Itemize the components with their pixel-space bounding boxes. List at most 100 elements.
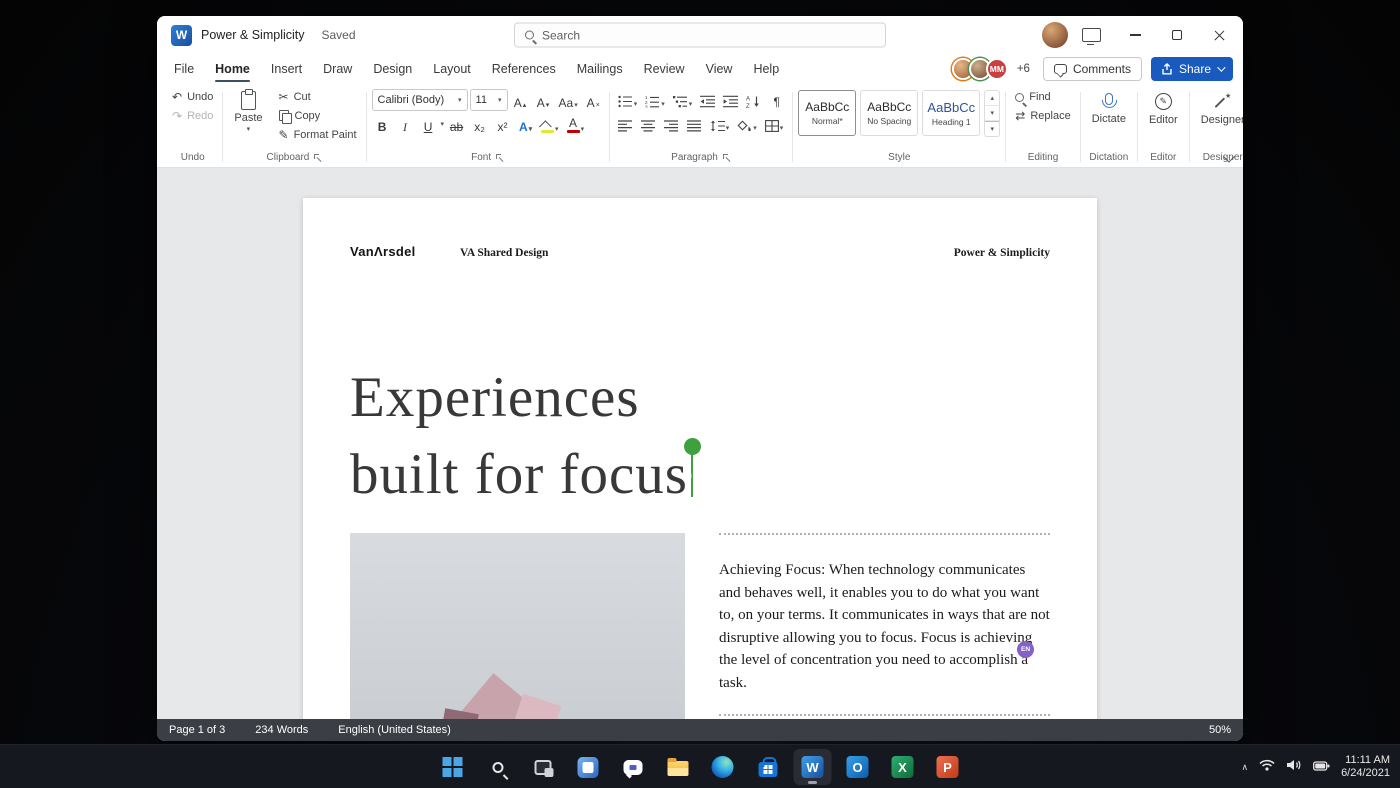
task-view-button[interactable] — [524, 749, 562, 785]
collaborator-overflow-count[interactable]: +6 — [1017, 63, 1030, 75]
tab-insert[interactable]: Insert — [270, 55, 303, 83]
document-heading[interactable]: Experiences built for focusMK — [350, 359, 1050, 513]
heading-line-2[interactable]: built for focusMK — [350, 436, 1050, 513]
document-page[interactable]: VanΛrsdel VA Shared Design Power & Simpl… — [303, 198, 1097, 719]
grow-font-button[interactable]: A ▴ — [510, 90, 531, 111]
underline-button[interactable]: U — [418, 114, 439, 135]
tab-home[interactable]: Home — [214, 55, 251, 83]
increase-indent-button[interactable] — [720, 89, 741, 110]
strikethrough-button[interactable]: ab — [446, 114, 467, 135]
tab-view[interactable]: View — [705, 55, 734, 83]
account-avatar[interactable] — [1042, 22, 1068, 48]
tab-file[interactable]: File — [173, 55, 195, 83]
tab-mailings[interactable]: Mailings — [576, 55, 624, 83]
comments-button[interactable]: Comments — [1042, 57, 1142, 81]
style-gallery-up[interactable]: ▴ — [985, 91, 1000, 106]
italic-button[interactable]: I — [395, 114, 416, 135]
taskbar-clock[interactable]: 11:11 AM 6/24/2021 — [1341, 754, 1390, 781]
document-title[interactable]: Power & Simplicity — [201, 28, 305, 42]
justify-button[interactable] — [684, 113, 705, 134]
paste-button[interactable]: Paste ▾ — [228, 89, 268, 143]
dictate-button[interactable]: Dictate — [1086, 89, 1132, 125]
cut-button[interactable]: ✂ Cut — [275, 89, 361, 105]
paste-dropdown-icon[interactable]: ▾ — [247, 126, 251, 133]
collaborator-avatar-mm[interactable]: MM — [985, 58, 1008, 80]
style-no-spacing[interactable]: AaBbCc No Spacing — [860, 90, 919, 136]
paragraph-dialog-launcher[interactable] — [722, 153, 731, 162]
redo-button[interactable]: ↷ Redo — [168, 108, 217, 124]
language-indicator[interactable]: English (United States) — [338, 724, 451, 736]
body-paragraph[interactable]: Achieving Focus: When technology communi… — [719, 559, 1050, 694]
editor-button[interactable]: ✎ Editor — [1143, 89, 1184, 126]
word-taskbar-button[interactable]: W — [793, 749, 832, 785]
designer-button[interactable]: ★ Designer — [1195, 89, 1243, 126]
copy-button[interactable]: Copy — [275, 108, 361, 124]
tab-draw[interactable]: Draw — [322, 55, 353, 83]
decrease-indent-button[interactable] — [697, 89, 718, 110]
outlook-taskbar-button[interactable]: O — [839, 749, 877, 785]
style-normal[interactable]: AaBbCc Normal* — [798, 90, 857, 136]
battery-icon[interactable] — [1313, 758, 1330, 776]
bold-button[interactable]: B — [372, 114, 393, 135]
superscript-button[interactable]: x² — [492, 114, 513, 135]
heading-line-1[interactable]: Experiences — [350, 359, 1050, 436]
change-case-button[interactable]: Aa ▾ — [556, 90, 581, 111]
shrink-font-button[interactable]: A ▾ — [533, 90, 554, 111]
close-button[interactable] — [1201, 20, 1237, 50]
align-center-button[interactable] — [638, 113, 659, 134]
style-gallery-more[interactable]: ▾ — [985, 121, 1000, 136]
excel-taskbar-button[interactable]: X — [884, 749, 922, 785]
font-family-combo[interactable]: Calibri (Body) ▾ — [371, 89, 468, 111]
shading-button[interactable]: ▾ — [734, 113, 760, 134]
format-painter-button[interactable]: ✎ Format Paint — [275, 127, 361, 143]
tab-help[interactable]: Help — [752, 55, 780, 83]
align-left-button[interactable] — [615, 113, 636, 134]
clipboard-dialog-launcher[interactable] — [314, 153, 322, 162]
file-explorer-button[interactable] — [659, 749, 697, 785]
bullets-button[interactable]: ▾ — [615, 89, 641, 110]
clear-formatting-button[interactable]: A × — [583, 90, 604, 111]
document-image[interactable] — [350, 533, 685, 719]
volume-icon[interactable] — [1286, 758, 1302, 776]
undo-button[interactable]: ↶ Undo — [168, 89, 217, 105]
text-effects-button[interactable]: A ▾ — [515, 114, 536, 135]
align-right-button[interactable] — [661, 113, 682, 134]
chat-button[interactable] — [614, 749, 652, 785]
subscript-button[interactable]: x₂ — [469, 114, 490, 135]
borders-button[interactable]: ▾ — [762, 113, 787, 134]
word-count[interactable]: 234 Words — [255, 724, 308, 736]
find-button[interactable]: Find — [1011, 89, 1074, 105]
page-indicator[interactable]: Page 1 of 3 — [169, 724, 225, 736]
font-color-button[interactable]: A ▾ — [564, 114, 588, 135]
document-header[interactable]: VanΛrsdel VA Shared Design Power & Simpl… — [350, 244, 1050, 259]
sort-button[interactable]: AZ — [743, 89, 764, 110]
highlight-color-button[interactable]: ▾ — [538, 114, 562, 135]
widgets-button[interactable] — [569, 749, 607, 785]
search-box[interactable]: Search — [514, 22, 886, 48]
taskbar-search-button[interactable] — [479, 749, 517, 785]
replace-button[interactable]: ⇄ Replace — [1011, 108, 1074, 124]
tab-layout[interactable]: Layout — [432, 55, 472, 83]
minimize-button[interactable] — [1117, 20, 1153, 50]
tab-design[interactable]: Design — [372, 55, 413, 83]
font-dialog-launcher[interactable] — [496, 153, 504, 162]
present-screen-icon[interactable] — [1082, 28, 1101, 45]
style-heading-1[interactable]: AaBbCc Heading 1 — [922, 90, 981, 136]
maximize-button[interactable] — [1159, 20, 1195, 50]
zoom-level[interactable]: 50% — [1209, 724, 1231, 736]
tab-references[interactable]: References — [491, 55, 557, 83]
numbering-button[interactable]: 123 ▾ — [642, 89, 668, 110]
line-spacing-button[interactable]: ▾ — [707, 113, 733, 134]
font-size-combo[interactable]: 11 ▾ — [469, 89, 508, 111]
tab-review[interactable]: Review — [643, 55, 686, 83]
tray-overflow-chevron[interactable]: ∧ — [1241, 762, 1248, 773]
style-gallery-down[interactable]: ▾ — [985, 106, 1000, 121]
document-text-column[interactable]: Achieving Focus: When technology communi… — [719, 533, 1050, 719]
start-button[interactable] — [434, 749, 472, 785]
multilevel-list-button[interactable]: ▾ — [670, 89, 696, 110]
underline-dropdown-icon[interactable]: ▾ — [441, 121, 445, 128]
show-formatting-button[interactable]: ¶ — [766, 89, 787, 110]
powerpoint-taskbar-button[interactable]: P — [929, 749, 967, 785]
store-button[interactable] — [749, 749, 787, 785]
edge-button[interactable] — [704, 749, 742, 785]
